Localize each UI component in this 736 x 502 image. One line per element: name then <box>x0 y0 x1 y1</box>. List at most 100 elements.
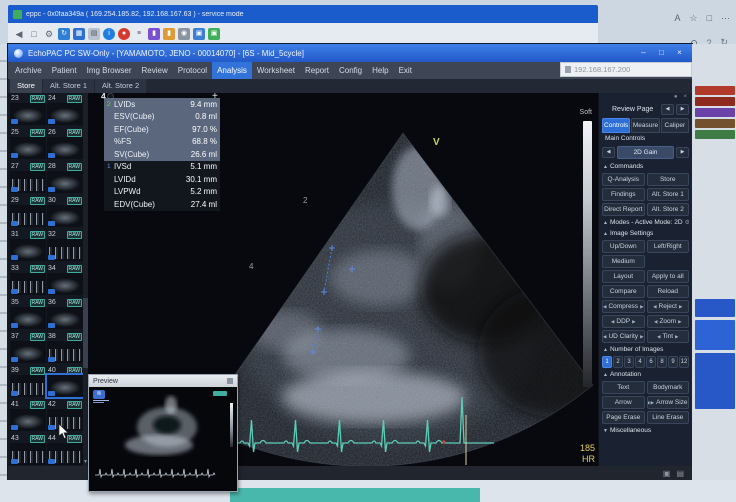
store-tab[interactable]: Alt. Store 1 <box>43 79 94 93</box>
image-setting-button[interactable]: ◀ Reject ▶ <box>647 300 690 313</box>
fullscreen-icon[interactable]: □ <box>28 28 40 40</box>
panel-pin-icon[interactable]: ● <box>674 94 678 101</box>
thumbnail[interactable]: 41 RAW <box>10 400 46 433</box>
thumbnail[interactable]: 32 RAW <box>47 230 83 263</box>
menu-item[interactable]: Worksheet <box>252 62 300 79</box>
thumbnail[interactable]: 24 RAW <box>47 94 83 127</box>
measurement-row[interactable]: EDV(Cube) 27.4 ml <box>104 198 220 211</box>
miscellaneous-header[interactable]: Miscellaneous <box>602 426 689 435</box>
measurement-row[interactable]: SV(Cube) 26.6 ml <box>104 148 220 161</box>
annotation-button[interactable]: ◀ ▶ Arrow Size <box>647 396 690 409</box>
command-button[interactable]: Direct Report <box>602 203 645 216</box>
2d-gain-button[interactable]: 2D Gain <box>617 146 674 159</box>
document-icon[interactable]: ▤ <box>88 28 100 40</box>
menu-item[interactable]: Exit <box>394 62 417 79</box>
app-orange-icon[interactable]: ▮ <box>163 28 175 40</box>
chat-blue-icon[interactable]: ▣ <box>193 28 205 40</box>
menu-item[interactable]: Img Browser <box>82 62 137 79</box>
annotation-button[interactable]: Line Erase <box>647 411 690 424</box>
thumbnail[interactable]: 31 RAW <box>10 230 46 263</box>
thumbnail[interactable]: 36 RAW <box>47 298 83 331</box>
camera-icon[interactable]: ◉ <box>178 28 190 40</box>
measurement-row[interactable]: 2 LVIDs 9.4 mm <box>104 98 220 111</box>
command-button[interactable]: Q-Analysis <box>602 173 645 186</box>
modes-settings-icon[interactable] <box>685 219 689 226</box>
layout-count-button[interactable]: 9 <box>668 356 678 368</box>
image-setting-button[interactable]: Compare <box>602 285 645 298</box>
address-popup[interactable]: 192.168.167.200 <box>560 62 692 77</box>
menu-item[interactable]: Review <box>137 62 173 79</box>
command-button[interactable]: Findings <box>602 188 645 201</box>
panel-close-icon[interactable]: × <box>683 94 687 101</box>
gear-icon[interactable]: ⚙ <box>43 28 55 40</box>
layout-count-button[interactable]: 4 <box>635 356 645 368</box>
command-button[interactable]: Store <box>647 173 690 186</box>
panel-tab[interactable]: Controls <box>602 118 630 133</box>
layout-count-button[interactable]: 12 <box>679 356 689 368</box>
menu-item[interactable]: Report <box>300 62 334 79</box>
thumbnail[interactable]: 25 RAW <box>10 128 46 161</box>
refresh-icon[interactable]: ↻ <box>58 28 70 40</box>
thumbnail[interactable]: 35 RAW <box>10 298 46 331</box>
layout-count-button[interactable]: 6 <box>646 356 656 368</box>
annotation-button[interactable]: Arrow <box>602 396 645 409</box>
image-setting-button[interactable]: ◀ Zoom ▶ <box>647 315 690 328</box>
info-icon[interactable]: i <box>103 28 115 40</box>
panel-tab[interactable]: Measure <box>631 118 659 133</box>
close-button[interactable] <box>673 47 686 59</box>
thumbnail[interactable]: 39 RAW <box>10 366 46 399</box>
image-setting-button[interactable]: ◀ Compress ▶ <box>602 300 645 313</box>
image-setting-button[interactable]: Apply to all <box>647 270 690 283</box>
app-purple-icon[interactable]: ▮ <box>148 28 160 40</box>
image-setting-button[interactable]: Medium <box>602 255 645 268</box>
maximize-button[interactable] <box>655 47 668 59</box>
thumbnail[interactable]: 23 RAW <box>10 94 46 127</box>
menu-item[interactable]: Help <box>367 62 393 79</box>
nav-back-icon[interactable]: ◀ <box>13 28 25 40</box>
image-setting-button[interactable]: Layout <box>602 270 645 283</box>
read-aloud-icon[interactable]: A <box>674 13 680 24</box>
more-menu-icon[interactable]: ⋯ <box>721 13 730 24</box>
favorites-star-icon[interactable]: ☆ <box>689 13 697 24</box>
layout-count-button[interactable]: 8 <box>657 356 667 368</box>
commands-section-header[interactable]: Commands <box>602 162 689 171</box>
annotation-section-header[interactable]: Annotation <box>602 370 689 379</box>
annotation-button[interactable]: Bodymark <box>647 381 690 394</box>
measurement-row[interactable]: EF(Cube) 97.0 % <box>104 123 220 136</box>
measurement-row[interactable]: LVIDd 30.1 mm <box>104 173 220 186</box>
measurement-row[interactable]: ESV(Cube) 0.8 ml <box>104 111 220 124</box>
image-setting-button[interactable]: ◀ UD Clarity ▶ <box>602 330 645 343</box>
notes-icon[interactable]: ≡ <box>133 28 145 40</box>
thumbnail[interactable]: 28 RAW <box>47 162 83 195</box>
menu-item[interactable]: Config <box>334 62 367 79</box>
measurement-row[interactable]: %FS 68.8 % <box>104 136 220 149</box>
measurement-row[interactable]: LVPWd 5.2 mm <box>104 186 220 199</box>
minimize-button[interactable] <box>637 47 650 59</box>
page-next-button[interactable] <box>676 104 689 115</box>
layout-count-button[interactable]: 1 <box>602 356 612 368</box>
annotation-button[interactable]: Page Erase <box>602 411 645 424</box>
collections-icon[interactable]: □ <box>707 13 712 24</box>
image-setting-button[interactable]: ◀ Tint ▶ <box>647 330 690 343</box>
layout-count-button[interactable]: 3 <box>624 356 634 368</box>
number-of-images-header[interactable]: Number of Images <box>602 345 689 354</box>
thumbnail[interactable]: 29 RAW <box>10 196 46 229</box>
menu-item[interactable]: Analysis <box>212 62 252 79</box>
record-icon[interactable]: ● <box>118 28 130 40</box>
thumbnail[interactable]: 43 RAW <box>10 434 46 467</box>
command-button[interactable]: Alt. Store 1 <box>647 188 690 201</box>
menu-item[interactable]: Archive <box>10 62 47 79</box>
gain-decrease-button[interactable] <box>602 147 615 158</box>
menu-item[interactable]: Patient <box>47 62 82 79</box>
thumbnail[interactable]: 34 RAW <box>47 264 83 297</box>
thumbnail[interactable]: 27 RAW <box>10 162 46 195</box>
thumbnail[interactable]: 26 RAW <box>47 128 83 161</box>
image-setting-button[interactable]: ◀ DDP ▶ <box>602 315 645 328</box>
page-prev-button[interactable] <box>661 104 674 115</box>
thumbnail[interactable]: 40 RAW <box>47 366 83 399</box>
preview-titlebar[interactable]: Preview <box>89 375 237 387</box>
thumbnail[interactable]: 37 RAW <box>10 332 46 365</box>
chat-green-icon[interactable]: ▣ <box>208 28 220 40</box>
thumbnail[interactable]: 38 RAW <box>47 332 83 365</box>
panel-tab[interactable]: Caliper <box>661 118 689 133</box>
